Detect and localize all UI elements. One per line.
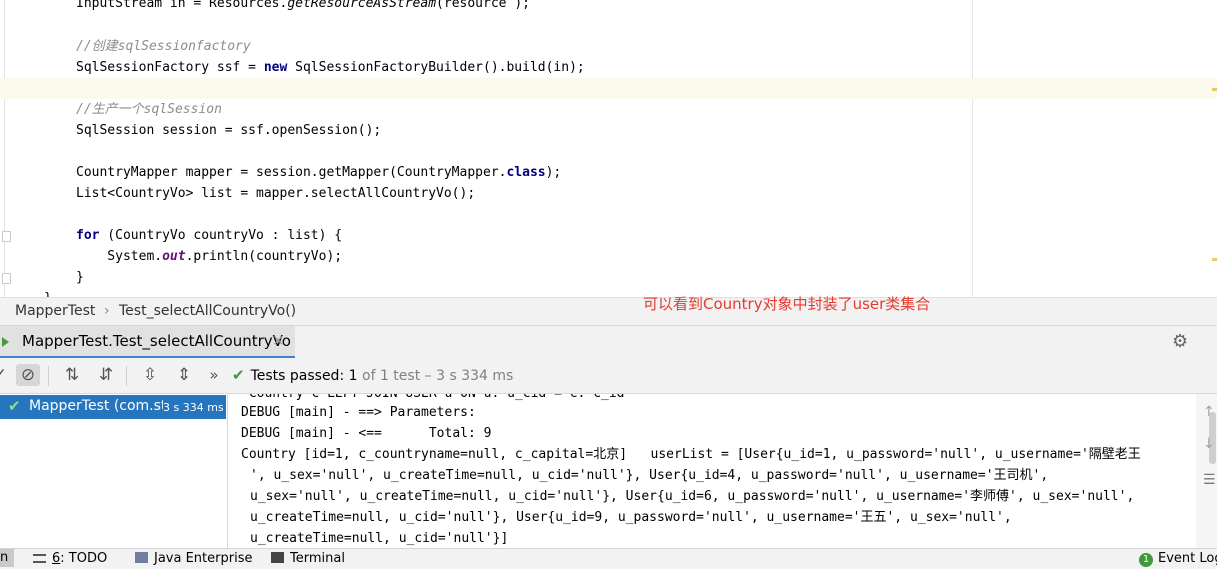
todo-label: : TODO bbox=[60, 551, 108, 566]
scroll-up-icon[interactable]: ↑ bbox=[1203, 404, 1215, 420]
toolbar-separator bbox=[126, 366, 127, 386]
run-tab-label: MapperTest.Test_selectAllCountryVo bbox=[22, 332, 291, 350]
java-enterprise-icon bbox=[135, 552, 148, 563]
code-line: SqlSessionFactory ssf = new SqlSessionFa… bbox=[76, 60, 585, 75]
console-line: u_createTime=null, u_cid='null'}] bbox=[250, 531, 509, 546]
run-icon bbox=[2, 337, 9, 347]
run-tool-button[interactable]: n bbox=[0, 549, 14, 567]
test-tree: ✔ MapperTest (com.st 3 s 334 ms bbox=[0, 394, 228, 548]
event-log-button[interactable]: 1 Event Log bbox=[1139, 551, 1217, 567]
event-log-label: Event Log bbox=[1158, 551, 1217, 566]
code-comment: //创建sqlSessionfactory bbox=[76, 39, 251, 54]
terminal-label: Terminal bbox=[290, 551, 345, 566]
scroll-down-icon[interactable]: ↓ bbox=[1203, 436, 1215, 452]
test-tree-item-name: MapperTest (com.st bbox=[29, 398, 163, 414]
code-line: for (CountryVo countryVo : list) { bbox=[76, 228, 343, 243]
collapse-all-icon[interactable]: ⇕ bbox=[172, 364, 196, 386]
terminal-tool-button[interactable]: Terminal bbox=[271, 551, 345, 566]
console-line: Country [id=1, c_countryname=null, c_cap… bbox=[241, 447, 1141, 462]
breadcrumb-class[interactable]: MapperTest bbox=[15, 298, 95, 325]
java-enterprise-label: Java Enterprise bbox=[154, 551, 253, 566]
annotation-text: 可以看到Country对象中封装了user类集合 bbox=[643, 295, 931, 313]
terminal-icon bbox=[271, 552, 284, 563]
breadcrumb-separator: › bbox=[104, 303, 110, 319]
java-enterprise-tool-button[interactable]: Java Enterprise bbox=[135, 551, 252, 566]
tab-run-config[interactable]: MapperTest.Test_selectAllCountryVo × bbox=[0, 326, 295, 359]
console-line: u_createTime=null, u_cid='null'}, User{u… bbox=[250, 510, 1012, 525]
console-scrollbar[interactable]: ↑ ↓ ☰ bbox=[1196, 394, 1217, 548]
check-icon: ✔ bbox=[8, 397, 21, 415]
toolbar-separator bbox=[48, 366, 49, 386]
code-line: System.out.println(countryVo); bbox=[76, 249, 343, 264]
code-comment: //生产一个sqlSession bbox=[76, 102, 222, 117]
run-tool-window-header: MapperTest.Test_selectAllCountryVo × ⚙ bbox=[0, 325, 1217, 360]
test-tree-item[interactable]: ✔ MapperTest (com.st 3 s 334 ms bbox=[0, 395, 226, 419]
more-actions-icon[interactable]: » bbox=[202, 364, 226, 386]
code-line: SqlSession session = ssf.openSession(); bbox=[76, 123, 382, 138]
console-line: DEBUG [main] - <== Total: 9 bbox=[241, 426, 492, 441]
breadcrumb: MapperTest › Test_selectAllCountryVo() bbox=[0, 297, 1217, 325]
warning-stripe[interactable] bbox=[1212, 258, 1217, 261]
code-line: } bbox=[76, 270, 84, 285]
test-tree-item-time: 3 s 334 ms bbox=[163, 401, 224, 414]
list-icon bbox=[33, 554, 46, 563]
tool-window-bar: n 6: TODO Java Enterprise Terminal 1 Even… bbox=[0, 548, 1217, 569]
code-line: } bbox=[44, 288, 52, 297]
passed-count: 1 bbox=[348, 368, 358, 384]
test-summary: of 1 test – 3 s 334 ms bbox=[362, 368, 514, 384]
code-line: List<CountryVo> list = mapper.selectAllC… bbox=[76, 186, 476, 201]
check-icon: ✔ bbox=[232, 366, 245, 384]
tests-passed-label: Tests passed: bbox=[250, 368, 345, 384]
sort-by-duration-icon[interactable]: ⇵ bbox=[94, 364, 118, 386]
event-count-badge: 1 bbox=[1139, 553, 1153, 567]
console-output[interactable]: Country c LEFT JOIN USER u ON u. u_cid =… bbox=[228, 394, 1196, 548]
soft-wrap-icon[interactable]: ☰ bbox=[1203, 472, 1216, 488]
show-ignored-icon[interactable]: ⊘ bbox=[16, 364, 40, 386]
gear-icon[interactable]: ⚙ bbox=[1172, 331, 1188, 352]
code-line: InputStream in = Resources.getResourceAs… bbox=[76, 0, 530, 11]
close-icon[interactable]: × bbox=[272, 331, 285, 349]
fold-marker[interactable] bbox=[2, 231, 11, 242]
right-margin-guide bbox=[972, 0, 973, 297]
console-line: u_sex='null', u_createTime=null, u_cid='… bbox=[250, 489, 1135, 504]
code-editor[interactable]: InputStream in = Resources.getResourceAs… bbox=[0, 0, 1217, 297]
code-line: CountryMapper mapper = session.getMapper… bbox=[76, 165, 562, 180]
gutter-divider bbox=[4, 0, 5, 297]
expand-all-icon[interactable]: ⇳ bbox=[138, 364, 162, 386]
rerun-icon[interactable]: ✓ bbox=[0, 364, 12, 386]
test-status: ✔ Tests passed: 1 of 1 test – 3 s 334 ms bbox=[232, 364, 513, 386]
todo-tool-button[interactable]: 6: TODO bbox=[33, 551, 107, 566]
test-runner-toolbar: ✓ ⊘ ⇅ ⇵ ⇳ ⇕ » ✔ Tests passed: 1 of 1 test… bbox=[0, 358, 1217, 394]
console-line: ', u_sex='null', u_createTime=null, u_ci… bbox=[250, 468, 1049, 483]
fold-marker[interactable] bbox=[2, 273, 11, 284]
current-line-highlight bbox=[0, 78, 1217, 99]
warning-stripe[interactable] bbox=[1212, 88, 1217, 91]
console-line: DEBUG [main] - ==> Parameters: bbox=[241, 405, 484, 420]
sort-alphabetically-icon[interactable]: ⇅ bbox=[60, 364, 84, 386]
breadcrumb-method[interactable]: Test_selectAllCountryVo() bbox=[119, 298, 296, 325]
